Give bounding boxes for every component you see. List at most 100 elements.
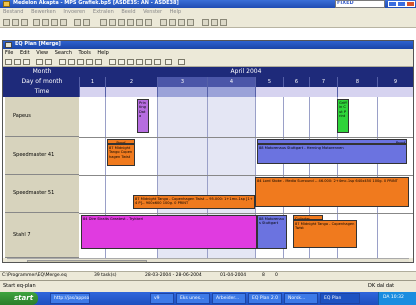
menu-search[interactable]: Search: [55, 50, 72, 56]
job-block[interactable]: 87 Midnight Tango - Copenhagen Twist: [293, 220, 357, 248]
taskbar-item[interactable]: Eks unes...: [176, 293, 210, 304]
job-block[interactable]: Griffin Cut Print: [337, 99, 349, 133]
day-8[interactable]: 8: [337, 77, 377, 87]
open-plan-icon[interactable]: [14, 59, 21, 65]
fit-icon[interactable]: [127, 59, 134, 65]
settings-icon[interactable]: [202, 19, 209, 26]
job-block[interactable]: 88 Motorenaus Stuttgart - Herning Motore…: [257, 144, 407, 164]
menu-view[interactable]: View: [36, 50, 48, 56]
new-plan-icon[interactable]: [5, 59, 12, 65]
play-icon[interactable]: [118, 19, 125, 26]
arrow-up-icon[interactable]: [169, 19, 176, 26]
resource-speedmaster-51[interactable]: Speedmaster 51: [5, 175, 79, 213]
menu-file[interactable]: File: [5, 50, 13, 56]
chart-icon[interactable]: [211, 19, 218, 26]
refresh-icon[interactable]: [136, 59, 143, 65]
day-5[interactable]: 5: [255, 77, 283, 87]
horizontal-scrollbar[interactable]: [7, 258, 409, 262]
menu-bewerken[interactable]: Bewerken: [31, 9, 56, 15]
taskbar-item[interactable]: http://jas/appsonline: [50, 293, 90, 304]
status-bar: C:\Programmer\EQ\Merge.eq 39 task(s) 28-…: [0, 271, 416, 280]
job-block[interactable]: Printing Data: [137, 99, 149, 133]
week-view-icon[interactable]: [77, 59, 84, 65]
day-9[interactable]: 9: [377, 77, 413, 87]
outer-status-text: Start eq-plan: [3, 283, 36, 289]
step-icon[interactable]: [127, 19, 134, 26]
time-slot: [337, 87, 413, 97]
resource-speedmaster-41[interactable]: Speedmaster 41: [5, 137, 79, 175]
save-plan-icon[interactable]: [23, 59, 30, 65]
taskbar-item-active[interactable]: EQ Plan: [320, 293, 360, 304]
job-block[interactable]: 88 Motorenaus Stuttgart: [257, 215, 287, 249]
filter-icon[interactable]: [187, 19, 194, 26]
calendar-icon[interactable]: [145, 59, 152, 65]
eq-plan-icon: [5, 42, 12, 48]
day-4[interactable]: 4: [207, 77, 255, 87]
grid-view-icon[interactable]: [59, 59, 66, 65]
resource-papeus[interactable]: Papeus: [5, 97, 79, 137]
day-7[interactable]: 7: [309, 77, 337, 87]
day-2[interactable]: 2: [105, 77, 157, 87]
undo-icon[interactable]: [100, 19, 107, 26]
end-icon[interactable]: [145, 19, 152, 26]
list-view-icon[interactable]: [68, 59, 75, 65]
redo-icon[interactable]: [109, 19, 116, 26]
resource-icon[interactable]: [154, 59, 161, 65]
resource-stahl-7[interactable]: Stahl 7: [5, 213, 79, 258]
menu-bestand[interactable]: Bestand: [3, 9, 23, 15]
start-button[interactable]: start: [0, 292, 38, 305]
menu-invoeren[interactable]: Invoeren: [63, 9, 85, 15]
day-3[interactable]: 3: [157, 77, 207, 87]
status-current-date: 01-04-2004: [220, 273, 247, 278]
zoom-in-icon[interactable]: [109, 59, 116, 65]
schedule-grid[interactable]: Papeus Speedmaster 41 Speedmaster 51 Sta…: [3, 97, 413, 258]
year-view-icon[interactable]: [95, 59, 102, 65]
menu-venster[interactable]: Venster: [143, 9, 162, 15]
cut-icon[interactable]: [42, 19, 49, 26]
job-block[interactable]: 87 Midnight Tango Copenhagen Twist: [107, 144, 135, 166]
taskbar-item[interactable]: v9: [150, 293, 174, 304]
zoom-out-icon[interactable]: [118, 59, 125, 65]
taskbar-item[interactable]: EQ Plan 2.0: [248, 293, 282, 304]
exit-icon[interactable]: [178, 59, 185, 65]
save-icon[interactable]: [21, 19, 28, 26]
timeline-header: Month Day of month Time April 2004 1 2 3…: [3, 67, 413, 97]
day-1[interactable]: 1: [79, 77, 105, 87]
time-slot: [79, 87, 105, 97]
print-icon[interactable]: [33, 19, 40, 26]
forward-icon[interactable]: [136, 19, 143, 26]
grid-icon[interactable]: [83, 19, 90, 26]
paste-icon[interactable]: [60, 19, 67, 26]
taskbar-item[interactable]: Arbeider...: [212, 293, 246, 304]
sort-icon[interactable]: [178, 19, 185, 26]
menu-edit[interactable]: Edit: [20, 50, 30, 56]
menu-help[interactable]: Help: [170, 9, 181, 15]
inner-menu-bar: File Edit View Search Tools Help: [3, 49, 413, 57]
keyboard-indicator: DK dal dat: [368, 283, 395, 289]
menu-extralen[interactable]: Extralen: [93, 9, 114, 15]
zoom-icon[interactable]: [74, 19, 81, 26]
preview-icon[interactable]: [45, 59, 52, 65]
job-block[interactable]: 84 Dire Straits Greatest - Trykkeri: [81, 215, 257, 249]
menu-beeld[interactable]: Beeld: [121, 9, 135, 15]
day-6[interactable]: 6: [283, 77, 309, 87]
job-block[interactable]: 87 Midnight Tango - Copenhagen Twist -- …: [133, 195, 255, 209]
minimize-button[interactable]: [388, 1, 397, 7]
status-value-b: 0: [275, 273, 278, 278]
menu-tools[interactable]: Tools: [79, 50, 91, 56]
close-button[interactable]: [406, 1, 415, 7]
open-icon[interactable]: [12, 19, 19, 26]
copy-icon[interactable]: [51, 19, 58, 26]
help-icon[interactable]: [220, 19, 227, 26]
print-plan-icon[interactable]: [36, 59, 43, 65]
arrow-down-icon[interactable]: [160, 19, 167, 26]
maximize-button[interactable]: [397, 1, 406, 7]
new-icon[interactable]: [3, 19, 10, 26]
scrollbar-thumb[interactable]: [27, 260, 147, 262]
report-icon[interactable]: [165, 59, 172, 65]
job-block[interactable]: 84 Lord Stoke - Media Surround -- 46.000…: [255, 177, 409, 207]
menu-help[interactable]: Help: [97, 50, 108, 56]
start-label: start: [14, 294, 34, 302]
taskbar-item[interactable]: Norsk...: [284, 293, 318, 304]
month-view-icon[interactable]: [86, 59, 93, 65]
